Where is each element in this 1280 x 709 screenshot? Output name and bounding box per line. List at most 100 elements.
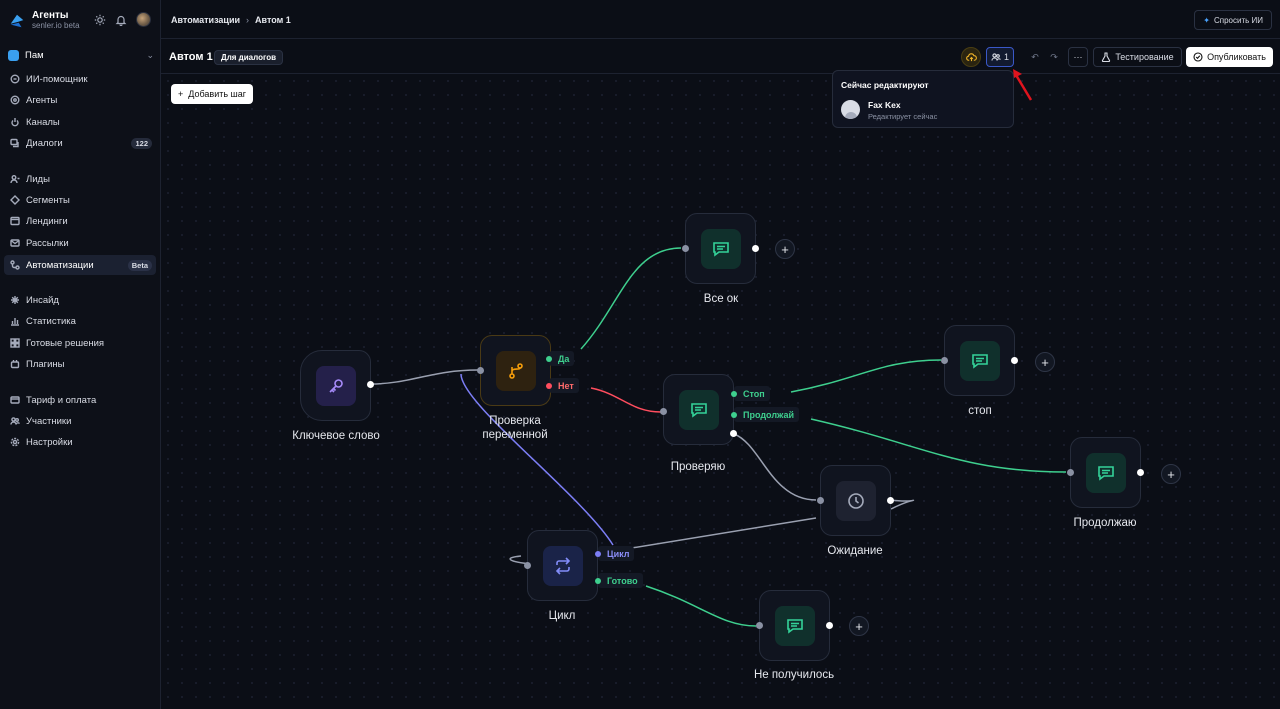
sidebar-item-members[interactable]: Участники	[4, 411, 156, 431]
breadcrumb-current: Автом 1	[255, 15, 291, 25]
branch-stop[interactable]: Стоп	[731, 386, 770, 401]
node-loop[interactable]	[527, 530, 598, 601]
sidebar-item-landings[interactable]: Лендинги	[4, 211, 156, 231]
more-options-button[interactable]: ···	[1068, 47, 1088, 67]
automations-icon	[10, 260, 20, 270]
port-out[interactable]	[367, 381, 374, 388]
editors-popover: Сейчас редактируют Fax Kex Редактирует с…	[832, 70, 1014, 128]
brand-title: Агенты	[32, 10, 69, 21]
add-next-step-button[interactable]: +	[1035, 352, 1055, 372]
flow-canvas[interactable]: + Добавить шаг Ключевое слово Проверка пе…	[161, 74, 1280, 709]
test-button[interactable]: Тестирование	[1093, 47, 1182, 67]
add-next-step-button[interactable]: +	[1161, 464, 1181, 484]
port-in[interactable]	[682, 245, 689, 252]
wire-no-to-check	[590, 387, 662, 413]
branch-icon	[508, 362, 523, 379]
port-out[interactable]	[752, 245, 759, 252]
sidebar-item-label: Рассылки	[26, 237, 69, 249]
sidebar-item-segments[interactable]: Сегменты	[4, 190, 156, 210]
solutions-icon	[10, 338, 20, 348]
node-check-label: Проверяю	[670, 461, 726, 473]
port-out[interactable]	[887, 497, 894, 504]
branch-loop[interactable]: Цикл	[595, 546, 635, 561]
sidebar-item-label: Агенты	[26, 94, 58, 106]
node-continue[interactable]	[1070, 437, 1141, 508]
sidebar-item-label: Лиды	[26, 173, 50, 185]
node-ok[interactable]	[685, 213, 756, 284]
sidebar-item-stats[interactable]: Статистика	[4, 311, 156, 331]
sidebar-item-billing[interactable]: Тариф и оплата	[4, 390, 156, 410]
flow-title[interactable]: Автом 1	[169, 51, 213, 63]
port-out[interactable]	[1011, 357, 1018, 364]
add-next-step-button[interactable]: +	[775, 239, 795, 259]
brand-subtitle: senler.io beta	[32, 21, 80, 30]
port-out[interactable]	[826, 622, 833, 629]
port-in[interactable]	[941, 357, 948, 364]
flask-icon	[1102, 52, 1111, 62]
sidebar-item-automations[interactable]: Автоматизации Beta	[4, 255, 156, 275]
node-stop-label: стоп	[968, 405, 992, 417]
brand[interactable]: Агенты senler.io beta	[8, 10, 80, 31]
node-failed[interactable]	[759, 590, 830, 661]
user-avatar[interactable]	[136, 12, 151, 27]
branch-no[interactable]: Нет	[546, 378, 579, 393]
workspace-selector[interactable]: Пам ⌄	[8, 48, 154, 62]
add-next-step-button[interactable]: +	[849, 616, 869, 636]
chevron-right-icon: ›	[246, 15, 250, 25]
segments-icon	[10, 195, 20, 205]
dialogs-icon	[10, 138, 19, 148]
sidebar-item-plugins[interactable]: Плагины	[4, 354, 156, 374]
port-in[interactable]	[477, 367, 484, 374]
node-wait[interactable]	[820, 465, 891, 536]
flow-type-tag: Для диалогов	[214, 50, 284, 65]
wire-wait-loop	[890, 499, 914, 510]
landings-icon	[10, 216, 20, 226]
branch-done[interactable]: Готово	[595, 573, 643, 588]
sidebar-item-mailings[interactable]: Рассылки	[4, 233, 156, 253]
port-out[interactable]	[730, 430, 737, 437]
leads-icon	[10, 175, 20, 184]
editor-avatar	[841, 100, 860, 119]
breadcrumb-parent[interactable]: Автоматизации	[171, 15, 240, 25]
sidebar-item-solutions[interactable]: Готовые решения	[4, 333, 156, 353]
node-keyword[interactable]	[300, 350, 371, 421]
node-loop-label: Цикл	[548, 610, 576, 622]
port-in[interactable]	[524, 562, 531, 569]
ask-ai-button[interactable]: ✦ Спросить ИИ	[1194, 10, 1272, 30]
node-condition[interactable]	[480, 335, 551, 406]
port-out[interactable]	[1137, 469, 1144, 476]
port-in[interactable]	[817, 497, 824, 504]
branch-stop-label: Стоп	[743, 388, 765, 399]
dialogs-count-badge: 122	[131, 137, 152, 149]
sidebar-item-agents[interactable]: Агенты	[4, 90, 156, 110]
check-circle-icon	[1193, 52, 1203, 62]
theme-toggle-icon[interactable]	[94, 14, 106, 26]
redo-button[interactable]: ↷	[1046, 47, 1062, 67]
mailings-icon	[10, 239, 20, 247]
node-stop[interactable]	[944, 325, 1015, 396]
sidebar-item-label: Каналы	[26, 116, 60, 128]
node-check[interactable]	[663, 374, 734, 445]
port-in[interactable]	[1067, 469, 1074, 476]
undo-button[interactable]: ↶	[1027, 47, 1043, 67]
port-in[interactable]	[660, 408, 667, 415]
notifications-bell-icon[interactable]	[115, 14, 127, 26]
branch-loop-label: Цикл	[607, 548, 630, 559]
sidebar-item-assistant[interactable]: ИИ-помощник	[4, 69, 156, 89]
sidebar-item-leads[interactable]: Лиды	[4, 169, 156, 189]
sidebar-item-channels[interactable]: Каналы	[4, 112, 156, 132]
annotation-arrow-icon	[1013, 69, 1033, 101]
port-in[interactable]	[756, 622, 763, 629]
assistant-icon	[10, 74, 20, 84]
sidebar-item-settings[interactable]: Настройки	[4, 432, 156, 452]
users-icon	[991, 53, 1001, 61]
sidebar-item-insight[interactable]: Инсайд	[4, 290, 156, 310]
undo-icon: ↶	[1031, 51, 1039, 62]
cloud-sync-button[interactable]	[961, 47, 981, 67]
branch-continue[interactable]: Продолжай	[731, 407, 800, 422]
branch-yes[interactable]: Да	[546, 351, 575, 366]
redo-icon: ↷	[1050, 51, 1058, 62]
sidebar-item-dialogs[interactable]: Диалоги 122	[4, 133, 156, 153]
publish-button[interactable]: Опубликовать	[1186, 47, 1273, 67]
active-editors-button[interactable]: 1	[986, 47, 1014, 67]
